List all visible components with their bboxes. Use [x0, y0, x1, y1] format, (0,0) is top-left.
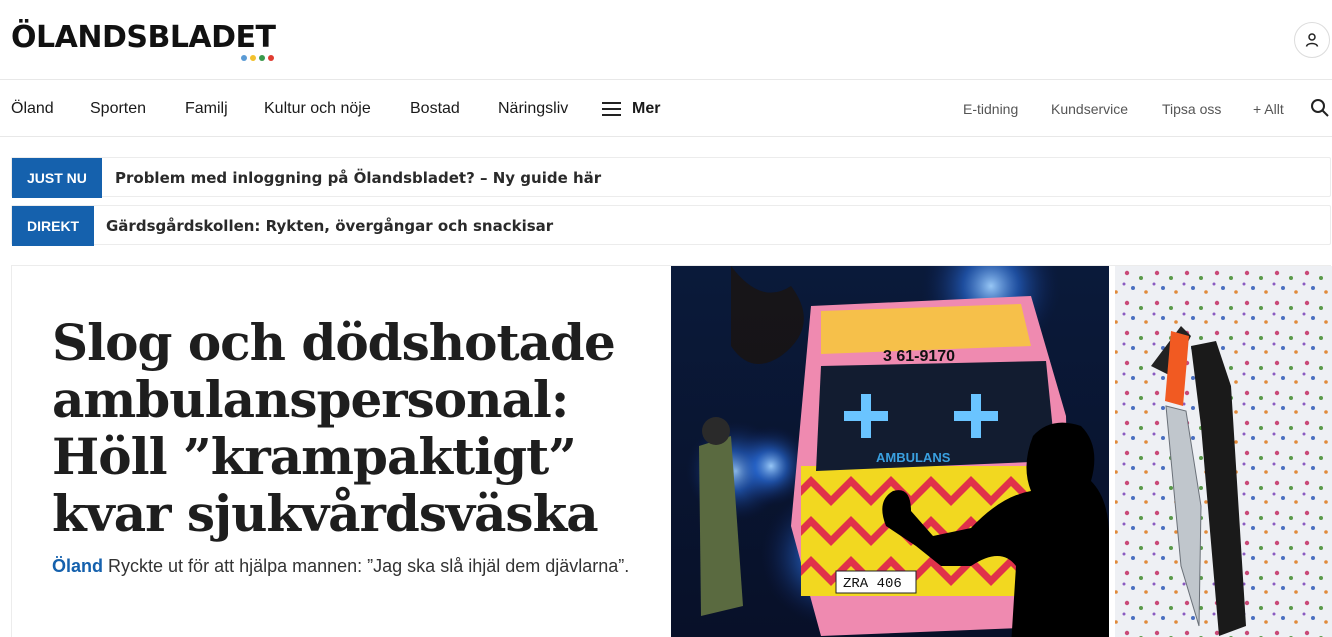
- nav-item-kultur[interactable]: Kultur och nöje: [264, 81, 371, 136]
- search-icon: [1311, 99, 1329, 117]
- lead-summary-text: Ryckte ut för att hjälpa mannen: ”Jag sk…: [108, 556, 630, 576]
- user-icon: [1305, 33, 1319, 47]
- lead-headline[interactable]: Slog och dödshotade ambulanspersonal: Hö…: [52, 314, 652, 542]
- vehicle-number: 3 61-9170: [883, 348, 955, 365]
- link-allt[interactable]: + Allt: [1253, 81, 1284, 136]
- nav-item-familj[interactable]: Familj: [185, 81, 228, 136]
- logo-dot: [241, 55, 247, 61]
- lead-summary: Öland Ryckte ut för att hjälpa mannen: ”…: [52, 554, 662, 578]
- link-kundservice[interactable]: Kundservice: [1051, 81, 1128, 136]
- nav-item-naringsliv[interactable]: Näringsliv: [498, 81, 568, 136]
- site-header: ÖLANDSBLADET: [0, 0, 1332, 80]
- license-plate: ZRA 406: [843, 576, 902, 592]
- more-menu-button[interactable]: Mer: [602, 81, 660, 136]
- account-button[interactable]: [1294, 22, 1330, 58]
- link-e-tidning[interactable]: E-tidning: [963, 81, 1018, 136]
- lead-story-card[interactable]: Slog och dödshotade ambulanspersonal: Hö…: [11, 265, 1332, 637]
- hamburger-icon: [602, 101, 621, 116]
- logo-dots: [241, 55, 274, 61]
- link-tipsa-oss[interactable]: Tipsa oss: [1162, 81, 1221, 136]
- lead-image-illustration: 3 61-9170 AMBULANS ZRA 406: [671, 266, 1332, 637]
- news-bar-text: Gärdsgårdskollen: Rykten, övergångar och…: [106, 217, 554, 235]
- logo-dot: [268, 55, 274, 61]
- nav-item-bostad[interactable]: Bostad: [410, 81, 460, 136]
- nav-item-oland[interactable]: Öland: [11, 81, 54, 136]
- news-bar-text: Problem med inloggning på Ölandsbladet? …: [115, 169, 602, 187]
- news-bar-direkt[interactable]: DIREKT Gärdsgårdskollen: Rykten, övergån…: [11, 205, 1331, 246]
- direkt-tag: DIREKT: [12, 206, 95, 246]
- lead-image[interactable]: 3 61-9170 AMBULANS ZRA 406: [671, 266, 1332, 637]
- news-bar-just-nu[interactable]: JUST NU Problem med inloggning på Ölands…: [11, 157, 1331, 198]
- main-nav: Öland Sporten Familj Kultur och nöje Bos…: [0, 81, 1332, 137]
- section-label[interactable]: Öland: [52, 556, 103, 576]
- more-label: Mer: [632, 99, 661, 117]
- logo-dot: [250, 55, 256, 61]
- search-button[interactable]: [1310, 98, 1332, 120]
- logo-dot: [259, 55, 265, 61]
- nav-item-sporten[interactable]: Sporten: [90, 81, 146, 136]
- site-logo[interactable]: ÖLANDSBLADET: [11, 20, 276, 56]
- vehicle-label: AMBULANS: [876, 450, 951, 465]
- just-nu-tag: JUST NU: [12, 158, 102, 198]
